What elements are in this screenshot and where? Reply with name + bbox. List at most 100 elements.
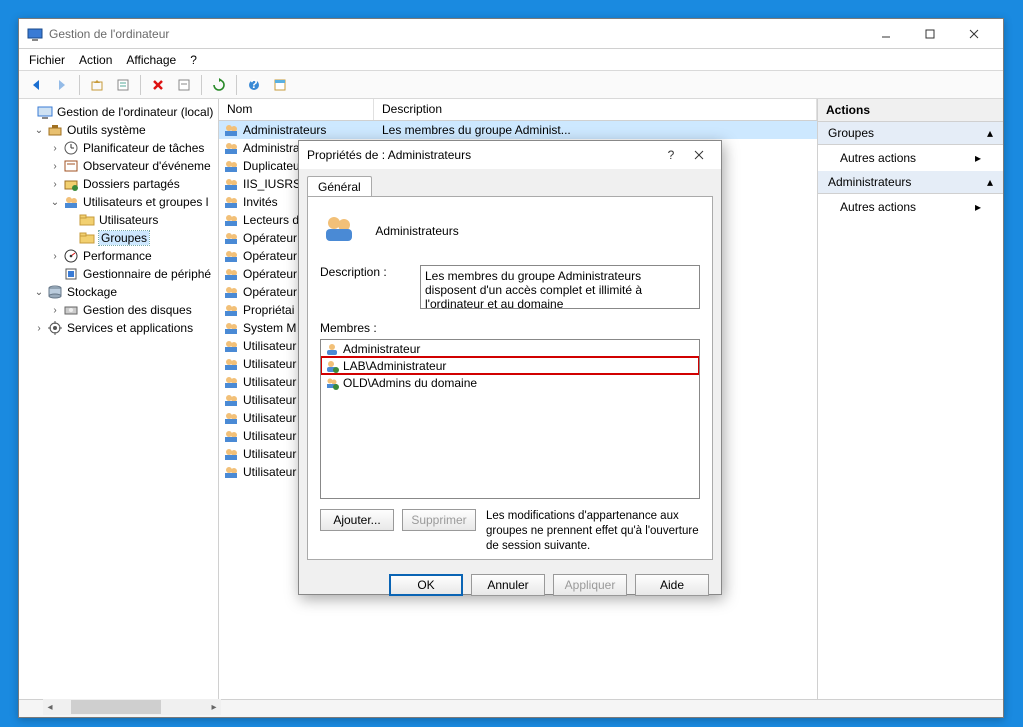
actions-section-administrateurs[interactable]: Administrateurs ▴: [818, 171, 1003, 194]
tree-item-label: Utilisateurs et groupes l: [83, 195, 208, 209]
apply-button[interactable]: Appliquer: [553, 574, 627, 596]
netuser-icon: [325, 359, 339, 373]
actions-item-autres-admin[interactable]: Autres actions ▸: [818, 194, 1003, 220]
collapse-icon: ▴: [987, 126, 993, 140]
tree-item[interactable]: › Observateur d'événeme: [19, 157, 218, 175]
share-icon: [63, 176, 79, 192]
navigation-tree[interactable]: · Gestion de l'ordinateur (local) ⌄Outils …: [19, 99, 219, 699]
close-button[interactable]: [953, 21, 995, 47]
tabstrip: Général: [299, 169, 721, 196]
expand-icon[interactable]: ⌄: [49, 197, 61, 208]
ok-button[interactable]: OK: [389, 574, 463, 596]
expand-icon[interactable]: ›: [49, 179, 61, 190]
member-item[interactable]: OLD\Admins du domaine: [321, 374, 699, 391]
group-icon: [223, 122, 239, 138]
storage-icon: [47, 284, 63, 300]
toolbar: ?: [19, 71, 1003, 99]
usersgrp-icon: [63, 194, 79, 210]
tree-item[interactable]: ·Gestionnaire de périphé: [19, 265, 218, 283]
menu-help[interactable]: ?: [190, 53, 197, 67]
tree-item[interactable]: ⌄ Utilisateurs et groupes l: [19, 193, 218, 211]
event-icon: [63, 158, 79, 174]
tree-item-label: Gestion de l'ordinateur (local): [57, 105, 213, 119]
list-item[interactable]: AdministrateursLes membres du groupe Adm…: [219, 121, 817, 139]
actions-section-groupes[interactable]: Groupes ▴: [818, 122, 1003, 145]
menu-affichage[interactable]: Affichage: [126, 53, 176, 67]
minimize-button[interactable]: [865, 21, 907, 47]
remove-button[interactable]: Supprimer: [402, 509, 476, 531]
expand-icon[interactable]: ⌄: [33, 125, 45, 136]
col-name[interactable]: Nom: [219, 99, 374, 120]
members-list[interactable]: Administrateur LAB\AdministrateurOLD\Admi…: [320, 339, 700, 499]
tree-hscrollbar[interactable]: ◂ ▸: [43, 699, 221, 715]
forward-button[interactable]: [51, 74, 73, 96]
scroll-thumb[interactable]: [71, 700, 161, 714]
action-button[interactable]: [173, 74, 195, 96]
cancel-button[interactable]: Annuler: [471, 574, 545, 596]
add-button[interactable]: Ajouter...: [320, 509, 394, 531]
scroll-left-icon[interactable]: ◂: [43, 700, 57, 714]
actions-item-label: Autres actions: [840, 200, 916, 214]
tree-item[interactable]: › Planificateur de tâches: [19, 139, 218, 157]
chevron-right-icon: ▸: [975, 200, 981, 214]
netgrp-icon: [325, 376, 339, 390]
description-field[interactable]: Les membres du groupe Administrateurs di…: [420, 265, 700, 309]
col-description[interactable]: Description: [374, 99, 817, 120]
dialog-buttons: OK Annuler Appliquer Aide: [299, 568, 721, 606]
dialog-help-button[interactable]: ?: [657, 144, 685, 166]
expand-icon[interactable]: ›: [49, 251, 61, 262]
help-button[interactable]: ?: [243, 74, 265, 96]
menu-action[interactable]: Action: [79, 53, 112, 67]
properties-dialog: Propriétés de : Administrateurs ? Généra…: [298, 140, 722, 595]
member-item[interactable]: Administrateur: [321, 340, 699, 357]
expand-icon[interactable]: ›: [49, 143, 61, 154]
delete-button[interactable]: [147, 74, 169, 96]
group-icon: [223, 374, 239, 390]
member-item[interactable]: LAB\Administrateur: [321, 357, 699, 374]
properties-button[interactable]: [112, 74, 134, 96]
back-button[interactable]: [25, 74, 47, 96]
members-label: Membres :: [320, 321, 700, 335]
tree-item[interactable]: ⌄Stockage: [19, 283, 218, 301]
expand-icon[interactable]: ›: [33, 323, 45, 334]
help-button[interactable]: Aide: [635, 574, 709, 596]
expand-icon[interactable]: ›: [49, 305, 61, 316]
expand-icon[interactable]: ·: [49, 269, 61, 280]
menu-fichier[interactable]: Fichier: [29, 53, 65, 67]
tab-general[interactable]: Général: [307, 176, 372, 197]
dialog-close-button[interactable]: [685, 144, 713, 166]
group-icon: [223, 392, 239, 408]
description-label: Description :: [320, 265, 420, 309]
member-label: LAB\Administrateur: [343, 359, 446, 373]
maximize-button[interactable]: [909, 21, 951, 47]
actions-item-autres-groupes[interactable]: Autres actions ▸: [818, 145, 1003, 171]
expand-icon[interactable]: ›: [49, 161, 61, 172]
tree-item[interactable]: · Gestion de l'ordinateur (local): [19, 103, 218, 121]
tree-item[interactable]: ›Performance: [19, 247, 218, 265]
scroll-right-icon[interactable]: ▸: [207, 700, 221, 714]
tree-item[interactable]: ›Dossiers partagés: [19, 175, 218, 193]
group-icon: [223, 464, 239, 480]
view-toggle-button[interactable]: [269, 74, 291, 96]
chevron-right-icon: ▸: [975, 151, 981, 165]
expand-icon[interactable]: ⌄: [33, 287, 45, 298]
tree-item[interactable]: ›Gestion des disques: [19, 301, 218, 319]
expand-icon[interactable]: ·: [23, 107, 35, 118]
tree-item[interactable]: ·Utilisateurs: [19, 211, 218, 229]
member-label: Administrateur: [343, 342, 420, 356]
expand-icon[interactable]: ·: [65, 215, 77, 226]
tree-item-label: Observateur d'événeme: [83, 159, 211, 173]
up-button[interactable]: [86, 74, 108, 96]
tree-item[interactable]: ⌄Outils système: [19, 121, 218, 139]
expand-icon[interactable]: ·: [65, 233, 77, 244]
dialog-titlebar: Propriétés de : Administrateurs ?: [299, 141, 721, 169]
tools-icon: [47, 122, 63, 138]
list-header: Nom Description: [219, 99, 817, 121]
group-icon: [223, 248, 239, 264]
tree-item[interactable]: ›Services et applications: [19, 319, 218, 337]
refresh-button[interactable]: [208, 74, 230, 96]
tree-item-label: Planificateur de tâches: [83, 141, 204, 155]
membership-note: Les modifications d'appartenance aux gro…: [486, 509, 700, 554]
tree-item[interactable]: ·Groupes: [19, 229, 218, 247]
actions-item-label: Autres actions: [840, 151, 916, 165]
